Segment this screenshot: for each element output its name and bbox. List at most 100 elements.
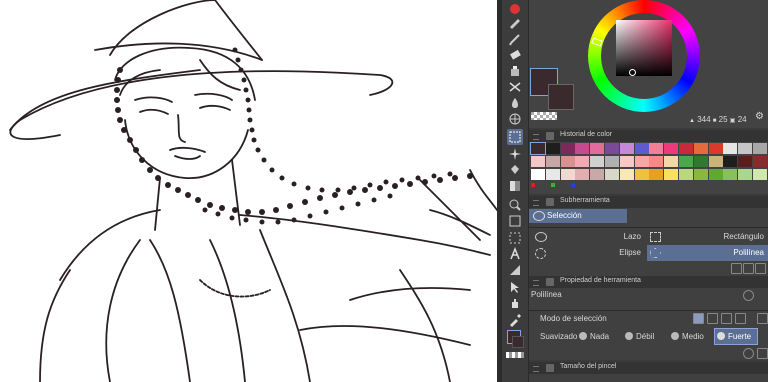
brush-size-header[interactable]: Tamaño del pincel: [529, 362, 768, 374]
color-history-swatch[interactable]: [634, 143, 649, 154]
color-history-swatch[interactable]: [723, 169, 738, 180]
color-history-swatch[interactable]: [605, 156, 619, 167]
object-select-icon[interactable]: [507, 197, 523, 213]
color-history-swatch[interactable]: [545, 143, 560, 154]
color-history-swatch[interactable]: [664, 143, 679, 154]
color-history-swatch[interactable]: [708, 156, 723, 167]
gradient-icon[interactable]: [507, 178, 523, 194]
sub-color-swatch[interactable]: [512, 336, 524, 348]
color-history-swatch[interactable]: [664, 169, 679, 180]
blend-icon[interactable]: [507, 95, 523, 111]
smoothing-option-nada[interactable]: Nada: [577, 329, 617, 343]
color-history-swatch[interactable]: [560, 169, 575, 180]
tool-property-menu-icon[interactable]: [743, 290, 754, 301]
color-history-swatch[interactable]: [723, 156, 738, 167]
reset-property-icon[interactable]: [743, 348, 754, 359]
color-history-swatch[interactable]: [738, 143, 753, 154]
color-history-swatch[interactable]: [605, 143, 619, 154]
color-history-swatch[interactable]: [619, 143, 634, 154]
color-history-swatch[interactable]: [634, 169, 649, 180]
delete-subtool-icon[interactable]: [755, 263, 766, 274]
color-history-swatch[interactable]: [679, 143, 693, 154]
color-history-swatch[interactable]: [575, 169, 590, 180]
text-icon[interactable]: [507, 246, 523, 262]
selection-mode-toggle-icon[interactable]: [757, 313, 768, 324]
history-marker-blue: [571, 183, 575, 187]
property-settings-icon[interactable]: [757, 348, 768, 359]
color-history-swatch[interactable]: [693, 169, 708, 180]
color-history-swatch[interactable]: [590, 156, 605, 167]
drawing-canvas[interactable]: [0, 0, 497, 382]
eraser-icon[interactable]: [507, 47, 523, 63]
color-history-swatch[interactable]: [649, 143, 664, 154]
color-history-swatch[interactable]: [590, 169, 605, 180]
fill-icon[interactable]: [507, 63, 523, 79]
color-history-swatch[interactable]: [545, 156, 560, 167]
smoothing-option-fuerte[interactable]: Fuerte: [714, 328, 758, 345]
subtool-polyline[interactable]: Polilínea: [647, 245, 768, 261]
color-history-swatch[interactable]: [575, 156, 590, 167]
color-history-swatch[interactable]: [619, 156, 634, 167]
color-history-swatch[interactable]: [693, 143, 708, 154]
sv-cursor[interactable]: [629, 69, 636, 76]
ruler-icon[interactable]: [507, 230, 523, 246]
color-history-swatch[interactable]: [590, 143, 605, 154]
pencil-icon[interactable]: [507, 14, 523, 30]
smoothing-option-medio[interactable]: Medio: [669, 329, 713, 343]
subtool-lasso[interactable]: Lazo: [529, 229, 647, 245]
bucket-icon[interactable]: [507, 162, 523, 178]
color-history-swatch[interactable]: [753, 169, 767, 180]
color-history-swatch[interactable]: [619, 169, 634, 180]
sub-color-display[interactable]: [548, 84, 574, 110]
color-history-swatch[interactable]: [634, 156, 649, 167]
color-history-swatch[interactable]: [679, 156, 693, 167]
transparent-color-display[interactable]: [531, 112, 557, 120]
new-subtool-icon[interactable]: [731, 263, 742, 274]
selection-mode-subtract-icon[interactable]: [721, 313, 732, 324]
subtool-ellipse[interactable]: Elipse: [529, 245, 647, 261]
tool-property-header[interactable]: Propiedad de herramienta: [529, 276, 768, 288]
color-history-swatch[interactable]: [708, 143, 723, 154]
color-history-swatch[interactable]: [560, 143, 575, 154]
color-history-swatch[interactable]: [664, 156, 679, 167]
color-history-swatch[interactable]: [605, 169, 619, 180]
transparent-color-icon[interactable]: [506, 352, 524, 358]
frame-icon[interactable]: [507, 213, 523, 229]
selection-tool-icon[interactable]: [507, 129, 523, 145]
selection-mode-add-icon[interactable]: [707, 313, 718, 324]
balloon-icon[interactable]: [507, 262, 523, 278]
color-history-swatch[interactable]: [649, 169, 664, 180]
color-history-swatch[interactable]: [575, 143, 590, 154]
color-history-swatch[interactable]: [753, 156, 767, 167]
color-history-swatch[interactable]: [560, 156, 575, 167]
decoration-icon[interactable]: [507, 79, 523, 95]
color-history-swatch[interactable]: [723, 143, 738, 154]
hand-icon[interactable]: [507, 295, 523, 311]
saturation-value-square[interactable]: [616, 20, 672, 76]
color-history-swatch[interactable]: [693, 156, 708, 167]
subtool-header[interactable]: Subherramienta: [529, 196, 768, 208]
subtool-group-selection[interactable]: Selección: [529, 209, 627, 223]
color-history-header[interactable]: Historial de color: [529, 130, 768, 142]
color-history-swatch[interactable]: [545, 169, 560, 180]
selection-mode-intersect-icon[interactable]: [735, 313, 746, 324]
color-history-swatch[interactable]: [531, 156, 545, 167]
color-history-swatch[interactable]: [708, 169, 723, 180]
duplicate-subtool-icon[interactable]: [743, 263, 754, 274]
correct-line-icon[interactable]: [507, 279, 523, 295]
auto-select-icon[interactable]: [507, 146, 523, 162]
grid-icon[interactable]: [507, 111, 523, 127]
color-history-swatch[interactable]: [530, 142, 546, 155]
color-history-swatch[interactable]: [531, 169, 545, 180]
color-history-swatch[interactable]: [738, 169, 753, 180]
color-history-swatch[interactable]: [649, 156, 664, 167]
color-history-swatch[interactable]: [753, 143, 767, 154]
settings-icon[interactable]: ⚙: [755, 111, 764, 122]
smoothing-option-debil[interactable]: Débil: [623, 329, 667, 343]
selection-mode-new-icon[interactable]: [693, 313, 704, 324]
color-history-swatch[interactable]: [738, 156, 753, 167]
pen-icon[interactable]: [507, 31, 523, 47]
subtool-rectangle[interactable]: Rectángulo: [647, 229, 768, 245]
eyedropper-icon[interactable]: [507, 312, 523, 328]
color-history-swatch[interactable]: [679, 169, 693, 180]
